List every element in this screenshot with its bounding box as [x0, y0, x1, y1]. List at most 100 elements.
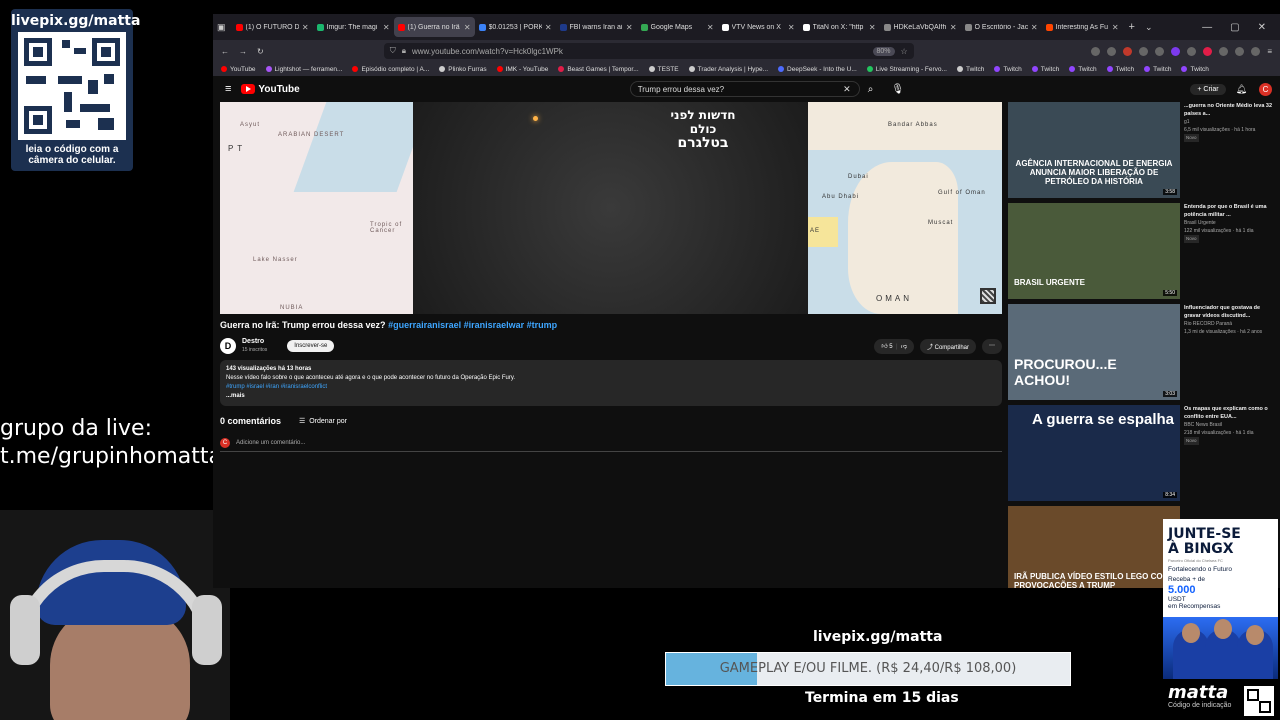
extension-icon[interactable] [1091, 46, 1101, 56]
bookmark-item[interactable]: Twitch [1144, 66, 1171, 73]
bookmark-item[interactable]: Live Streaming - Fervo... [866, 66, 947, 73]
close-tab-icon[interactable]: ✕ [869, 23, 876, 32]
recommended-video[interactable]: BRASIL URGENTE 5:50 Entenda por que o Br… [1008, 203, 1280, 300]
browser-tab[interactable]: (1) O FUTURO D ✕ [232, 17, 313, 37]
microphone-icon[interactable]: 🎙︎ [891, 84, 904, 95]
recommended-video[interactable]: PROCUROU...E ACHOU! 3:03 Influenciador q… [1008, 304, 1280, 401]
recommended-video[interactable]: A guerra se espalha 8:34 Os mapas que ex… [1008, 405, 1280, 502]
description-hashtags[interactable]: #trump #israel #iran #iranisraelconflict [226, 383, 996, 392]
video-thumbnail[interactable]: A guerra se espalha 8:34 [1008, 405, 1180, 501]
video-title-hashtags[interactable]: #guerrairanisrael #iranisraelwar #trump [388, 320, 557, 330]
address-bar[interactable]: ⛉ 🔒︎ www.youtube.com/watch?v=Hck0lgc1WPk… [383, 43, 914, 59]
channel-name[interactable]: Brasil Urgente [1184, 219, 1276, 227]
video-title[interactable]: Entenda por que o Brasil é uma potência … [1184, 203, 1276, 219]
close-tab-icon[interactable]: ✕ [707, 23, 714, 32]
browser-tab[interactable]: FBI warns Iran ai ✕ [556, 17, 637, 37]
browser-tab[interactable]: HDKeLaVbQAIfh ✕ [880, 17, 961, 37]
browser-tab[interactable]: TitaN on X: "http ✕ [799, 17, 880, 37]
recommended-video[interactable]: AGÊNCIA INTERNACIONAL DE ENERGIA ANUNCIA… [1008, 102, 1280, 199]
close-window-icon[interactable]: ✕ [1258, 22, 1266, 33]
bookmark-item[interactable]: TESTE [648, 66, 679, 73]
zoom-level[interactable]: 80% [872, 46, 895, 56]
extension-icon[interactable] [1235, 46, 1245, 56]
dislike-button[interactable]: 👎︎ [901, 344, 907, 350]
close-tab-icon[interactable]: ✕ [626, 23, 633, 32]
reload-icon[interactable]: ↻ [257, 47, 264, 56]
forward-icon[interactable]: → [239, 47, 247, 56]
close-tab-icon[interactable]: ✕ [545, 23, 552, 32]
browser-tab[interactable]: O Escritório - Jac ✕ [961, 17, 1042, 37]
close-tab-icon[interactable]: ✕ [464, 23, 471, 32]
extension-icon[interactable] [1187, 46, 1197, 56]
browser-tab[interactable]: Interesting As Fu ✕ [1042, 17, 1123, 37]
extension-icon[interactable] [1203, 46, 1213, 56]
video-thumbnail[interactable]: PROCUROU...E ACHOU! 3:03 [1008, 304, 1180, 400]
share-button[interactable]: ⤴ Compartilhar [919, 338, 976, 354]
tab-overflow-icon[interactable]: ⌄ [1145, 22, 1153, 33]
sort-comments-button[interactable]: ☰ Ordenar por [299, 417, 347, 425]
extension-icon[interactable] [1219, 46, 1229, 56]
show-more-link[interactable]: ...mais [226, 392, 996, 401]
bookmark-item[interactable]: Trader Analysis | Hype... [688, 66, 768, 73]
bookmark-item[interactable]: Twitch [994, 66, 1022, 73]
bookmark-item[interactable]: IMK - YouTube [496, 66, 548, 73]
extension-icon[interactable] [1123, 46, 1133, 56]
browser-tab[interactable]: Google Maps ✕ [637, 17, 718, 37]
bookmark-item[interactable]: Plinko Furras [439, 66, 487, 73]
more-actions-icon[interactable]: ⋯ [982, 338, 1002, 354]
close-tab-icon[interactable]: ✕ [1031, 23, 1038, 32]
bookmark-item[interactable]: Lightshot — ferramen... [265, 66, 342, 73]
video-title[interactable]: Influenciador que gostava de gravar víde… [1184, 304, 1276, 320]
maximize-icon[interactable]: ▢ [1230, 22, 1239, 33]
video-thumbnail[interactable]: IRÃ PUBLICA VÍDEO ESTILO LEGO COM PROVOC… [1008, 506, 1180, 588]
like-button[interactable]: 👍︎ 5 [881, 344, 892, 350]
bookmark-item[interactable]: Twitch [1069, 66, 1097, 73]
close-tab-icon[interactable]: ✕ [950, 23, 957, 32]
bookmark-item[interactable]: Episódio completo | A... [352, 66, 429, 73]
extension-icon[interactable] [1171, 46, 1181, 56]
minimize-icon[interactable]: — [1202, 22, 1212, 33]
hamburger-menu-icon[interactable]: ≡ [225, 83, 231, 95]
channel-watermark-icon[interactable] [980, 288, 996, 304]
tab-list-icon[interactable]: ▣ [217, 22, 226, 33]
extension-icon[interactable] [1155, 46, 1165, 56]
bookmark-item[interactable]: Twitch [1181, 66, 1209, 73]
close-tab-icon[interactable]: ✕ [1112, 23, 1119, 32]
account-avatar[interactable]: C [1259, 82, 1272, 96]
video-thumbnail[interactable]: BRASIL URGENTE 5:50 [1008, 203, 1180, 299]
bookmark-item[interactable]: DeepSeek - Into the U... [778, 66, 857, 73]
browser-tab[interactable]: Imgur: The magi ✕ [313, 17, 394, 37]
extension-icon[interactable] [1251, 46, 1261, 56]
video-thumbnail[interactable]: AGÊNCIA INTERNACIONAL DE ENERGIA ANUNCIA… [1008, 102, 1180, 198]
close-tab-icon[interactable]: ✕ [302, 23, 309, 32]
channel-name[interactable]: Destro [242, 337, 267, 346]
channel-name[interactable]: BBC News Brasil [1184, 421, 1276, 429]
bookmark-item[interactable]: Beast Games | Tempor... [558, 66, 639, 73]
channel-avatar[interactable]: D [220, 338, 236, 354]
video-title[interactable]: Os mapas que explicam como o conflito en… [1184, 405, 1276, 421]
subscribe-button[interactable]: Inscrever-se [287, 340, 335, 352]
extension-icon[interactable] [1139, 46, 1149, 56]
bookmark-item[interactable]: Twitch [956, 66, 984, 73]
extension-icon[interactable] [1107, 46, 1117, 56]
bookmark-star-icon[interactable]: ☆ [901, 47, 914, 56]
create-button[interactable]: + Criar [1190, 83, 1226, 95]
back-icon[interactable]: ← [221, 47, 229, 56]
channel-name[interactable]: g1 [1184, 118, 1276, 126]
search-input[interactable]: Trump errou dessa vez? ✕ [629, 81, 860, 97]
description-box[interactable]: 143 visualizações há 13 horas Nesse víde… [220, 360, 1002, 406]
video-player[interactable]: Asyut ARABIAN DESERT P T Tropic of Cancer La… [220, 102, 1002, 314]
menu-icon[interactable]: ≡ [1267, 47, 1272, 56]
video-title[interactable]: ...guerra no Oriente Médio leva 32 paíse… [1184, 102, 1276, 118]
browser-tab[interactable]: VTV News on X ✕ [718, 17, 799, 37]
close-tab-icon[interactable]: ✕ [383, 23, 390, 32]
clear-search-icon[interactable]: ✕ [843, 84, 851, 95]
close-tab-icon[interactable]: ✕ [788, 23, 795, 32]
browser-tab[interactable]: (1) Guerra no Irã ✕ [393, 17, 475, 37]
browser-tab[interactable]: $0.01253 | PORK ✕ [475, 17, 556, 37]
bookmark-item[interactable]: YouTube [221, 66, 256, 73]
notifications-bell-icon[interactable]: 🔔︎ [1236, 84, 1247, 95]
bookmark-item[interactable]: Twitch [1106, 66, 1134, 73]
search-icon[interactable]: ⌕ [868, 84, 874, 95]
channel-name[interactable]: Rio RECORD Paraná [1184, 320, 1276, 328]
